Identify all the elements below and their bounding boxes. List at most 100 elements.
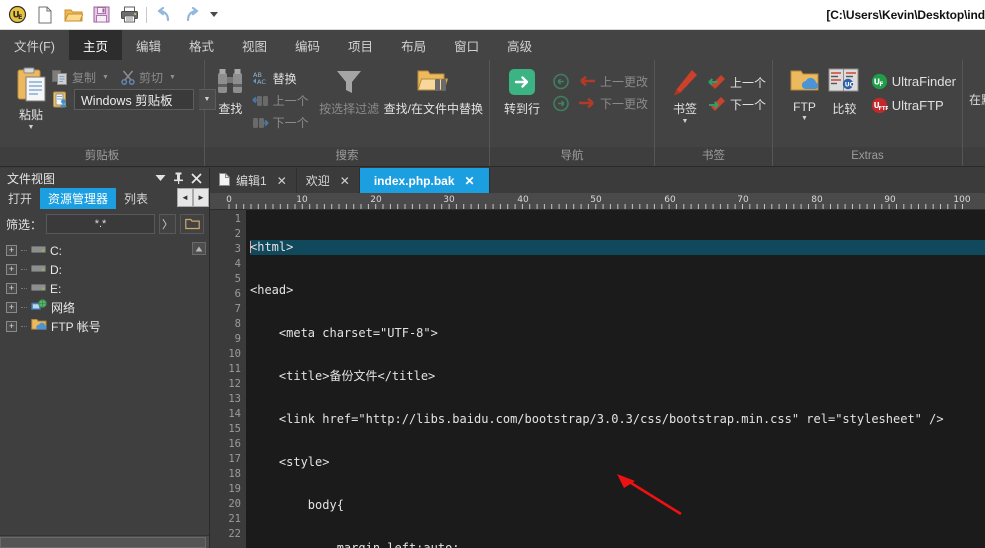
tree-item-drive-c[interactable]: + C: bbox=[6, 241, 209, 260]
compare-button[interactable]: UC 比较 bbox=[824, 65, 865, 117]
code-line[interactable]: <head> bbox=[250, 283, 985, 298]
bookmark-dropdown-caret[interactable]: ▼ bbox=[682, 118, 689, 125]
prev-change-label: 上一更改 bbox=[599, 74, 648, 89]
close-icon[interactable]: ✕ bbox=[340, 174, 350, 188]
file-view-tab-explorer[interactable]: 资源管理器 bbox=[40, 188, 117, 209]
find-next-button[interactable]: 下一个 bbox=[252, 111, 309, 133]
redo-icon[interactable] bbox=[179, 3, 205, 27]
menu-item-format[interactable]: 格式 bbox=[175, 30, 228, 60]
menu-item-project[interactable]: 项目 bbox=[334, 30, 387, 60]
cut-dropdown-caret[interactable]: ▼ bbox=[169, 74, 176, 81]
close-icon[interactable]: ✕ bbox=[465, 174, 475, 188]
menu-item-advanced[interactable]: 高级 bbox=[493, 30, 546, 60]
tree-item-drive-d[interactable]: + D: bbox=[6, 260, 209, 279]
find-button[interactable]: 查找 bbox=[211, 65, 250, 117]
ftp-button[interactable]: FTP ▼ bbox=[785, 65, 824, 122]
tree-scroll-up-button[interactable] bbox=[192, 242, 206, 255]
filter-by-selection-button[interactable]: 按选择过滤 bbox=[317, 65, 382, 117]
code-line[interactable]: <meta charset="UTF-8"> bbox=[250, 326, 985, 341]
paste-button[interactable]: 粘贴 ▼ bbox=[14, 65, 48, 131]
network-icon bbox=[31, 298, 47, 317]
menu-item-edit[interactable]: 编辑 bbox=[122, 30, 175, 60]
line-number: 21 bbox=[228, 513, 241, 525]
menu-item-file[interactable]: 文件(F) bbox=[0, 30, 69, 60]
document-tab-index-php-bak[interactable]: index.php.bak ✕ bbox=[359, 168, 490, 193]
filter-go-button[interactable]: 〉 bbox=[159, 214, 176, 234]
tree-item-network[interactable]: + 网络 bbox=[6, 298, 209, 317]
code-line[interactable]: margin-left:auto; bbox=[250, 541, 985, 548]
menu-item-view[interactable]: 视图 bbox=[228, 30, 281, 60]
tree-item-ftp-accounts[interactable]: + FTP 帐号 bbox=[6, 317, 209, 336]
close-icon[interactable]: ✕ bbox=[277, 174, 287, 188]
bookmark-prev-button[interactable]: 上一个 bbox=[707, 71, 766, 93]
document-tab-welcome[interactable]: 欢迎 ✕ bbox=[296, 168, 360, 193]
forward-circle-icon bbox=[553, 95, 569, 111]
open-folder-icon[interactable] bbox=[60, 3, 86, 27]
customize-qat-icon[interactable] bbox=[207, 3, 221, 27]
clipboard-selector[interactable]: Windows 剪贴板 ▼ bbox=[52, 89, 216, 110]
code-line[interactable]: <style> bbox=[250, 455, 985, 470]
code-line[interactable]: body{ bbox=[250, 498, 985, 513]
menu-item-layout[interactable]: 布局 bbox=[387, 30, 440, 60]
close-icon[interactable] bbox=[187, 169, 205, 187]
replace-button[interactable]: AB AC 替换 bbox=[252, 67, 309, 89]
ultrafinder-button[interactable]: U F UltraFinder bbox=[871, 69, 956, 93]
next-change-button[interactable]: 下一更改 bbox=[552, 92, 648, 114]
copy-button[interactable]: 复制 ▼ bbox=[52, 66, 109, 88]
browse-folder-button[interactable] bbox=[180, 214, 204, 234]
menu-item-window[interactable]: 窗口 bbox=[440, 30, 493, 60]
app-logo-icon[interactable]: U E bbox=[4, 3, 30, 27]
ultraedit-window: U E [C:\Users\Kevin\Desktop\ind 文件(F) 主页… bbox=[0, 0, 985, 548]
ultrafinder-icon: U F bbox=[871, 73, 887, 89]
bookmark-next-button[interactable]: 下一个 bbox=[707, 93, 766, 115]
tree-expander[interactable]: + bbox=[6, 321, 17, 332]
cut-button[interactable]: 剪切 ▼ bbox=[121, 66, 176, 88]
menu-item-home[interactable]: 主页 bbox=[68, 30, 122, 60]
code-line[interactable]: <link href="http://libs.baidu.com/bootst… bbox=[250, 412, 985, 427]
code-text[interactable]: <html> <head> <meta charset="UTF-8"> <ti… bbox=[246, 210, 985, 548]
menu-item-encoding[interactable]: 编码 bbox=[281, 30, 334, 60]
code-line[interactable]: <title>备份文件</title> bbox=[250, 369, 985, 384]
line-number: 2 bbox=[234, 228, 241, 240]
goto-line-button[interactable]: 转到行 bbox=[496, 65, 548, 117]
next-change-arrow-icon bbox=[578, 97, 594, 109]
tree-expander[interactable]: + bbox=[6, 264, 17, 275]
clipboard-value[interactable]: Windows 剪贴板 bbox=[74, 89, 194, 110]
tab-scroll-right-button[interactable]: ► bbox=[193, 188, 209, 207]
pin-icon[interactable] bbox=[169, 169, 187, 187]
compare-icon: UC bbox=[828, 68, 859, 92]
copy-dropdown-caret[interactable]: ▼ bbox=[102, 74, 109, 81]
tree-expander[interactable]: + bbox=[6, 302, 17, 313]
document-tab-edit1[interactable]: 编辑1 ✕ bbox=[210, 168, 297, 193]
ftp-dropdown-caret[interactable]: ▼ bbox=[801, 115, 808, 122]
chevron-down-icon[interactable] bbox=[151, 169, 169, 187]
tree-item-drive-e[interactable]: + E: bbox=[6, 279, 209, 298]
code-line-text: <link href="http://libs.baidu.com/bootst… bbox=[250, 412, 944, 426]
code-line-text: <head> bbox=[250, 283, 294, 297]
file-view-tab-lists[interactable]: 列表 bbox=[116, 188, 157, 209]
print-icon[interactable] bbox=[116, 3, 142, 27]
bookmark-button[interactable]: 书签 ▼ bbox=[665, 65, 705, 125]
ribbon-group-label-clipboard: 剪贴板 bbox=[0, 147, 204, 166]
find-in-files-button[interactable]: 查找/在文件中替换 bbox=[384, 65, 483, 117]
code-line[interactable]: <html> bbox=[250, 240, 985, 255]
undo-icon[interactable] bbox=[151, 3, 177, 27]
prev-change-button[interactable]: 上一更改 bbox=[552, 70, 648, 92]
ribbon: 粘贴 ▼ 复制 ▼ 剪切 ▼ Windows 剪贴板 ▼ 剪贴板 查找 AB A… bbox=[0, 60, 985, 167]
paste-dropdown-caret[interactable]: ▼ bbox=[28, 124, 35, 131]
file-view-tab-open[interactable]: 打开 bbox=[0, 188, 41, 209]
tree-expander[interactable]: + bbox=[6, 245, 17, 256]
tab-scroll-left-button[interactable]: ◄ bbox=[177, 188, 193, 207]
save-icon[interactable] bbox=[88, 3, 114, 27]
find-prev-button[interactable]: 上一个 bbox=[252, 89, 309, 111]
file-panel-horizontal-scrollbar[interactable] bbox=[0, 535, 209, 548]
code-editor[interactable]: 1 2 3 4 5 6 7 8 9 10 11 12 13 14 15 16 1 bbox=[210, 210, 985, 548]
ultraftp-button[interactable]: U FTP UltraFTP bbox=[871, 93, 956, 117]
tree-expander[interactable]: + bbox=[6, 283, 17, 294]
new-file-icon[interactable] bbox=[32, 3, 58, 27]
open-in-default-browser-label[interactable]: 在默 bbox=[969, 91, 985, 108]
scrollbar-thumb[interactable] bbox=[0, 536, 206, 548]
filter-input[interactable]: *.* bbox=[46, 214, 155, 234]
find-next-icon bbox=[252, 117, 269, 128]
line-number: 3 bbox=[234, 243, 241, 255]
